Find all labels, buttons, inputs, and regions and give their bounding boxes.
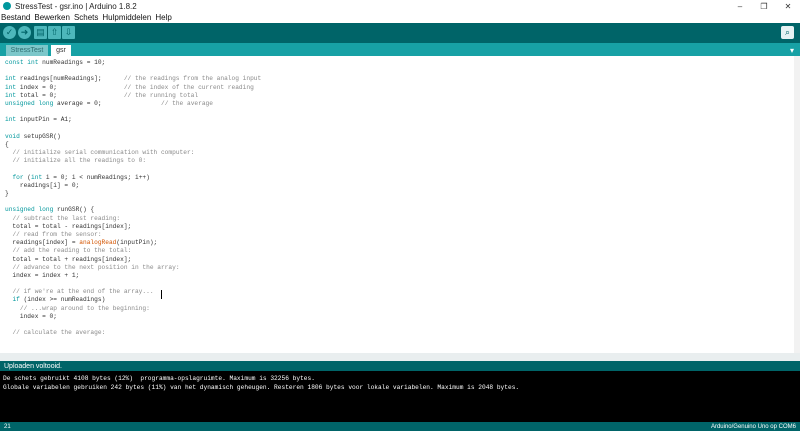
code-line[interactable]: index = index + 1; <box>5 272 794 280</box>
status-message: Uploaden voltooid. <box>0 361 800 371</box>
arduino-icon <box>3 2 11 10</box>
code-line[interactable] <box>5 280 794 288</box>
code-line[interactable]: // add the reading to the total: <box>5 247 794 255</box>
code-line[interactable] <box>5 321 794 329</box>
board-info: Arduino/Genuino Uno op COM6 <box>710 423 796 430</box>
verify-icon[interactable]: ✓ <box>3 26 16 39</box>
menu-bewerken[interactable]: Bewerken <box>33 13 73 22</box>
close-button[interactable]: ✕ <box>776 2 800 11</box>
code-line[interactable]: const int numReadings = 10; <box>5 59 794 67</box>
footer-bar: 21 Arduino/Genuino Uno op COM6 <box>0 422 800 431</box>
line-number: 21 <box>4 423 11 430</box>
code-line[interactable]: // initialize all the readings to 0: <box>5 157 794 165</box>
output-console: De schets gebruikt 4108 bytes (12%) prog… <box>0 371 800 422</box>
menu-help[interactable]: Help <box>154 13 174 22</box>
code-line[interactable]: int index = 0; // the index of the curre… <box>5 84 794 92</box>
code-line[interactable] <box>5 125 794 133</box>
code-line[interactable]: // ...wrap around to the beginning: <box>5 305 794 313</box>
code-line[interactable]: // calculate the average: <box>5 329 794 337</box>
code-line[interactable] <box>5 165 794 173</box>
upload-icon[interactable]: ➜ <box>18 26 31 39</box>
console-line: Globale variabelen gebruiken 242 bytes (… <box>3 383 520 391</box>
code-line[interactable]: readings[i] = 0; <box>5 182 794 190</box>
code-line[interactable]: // initialize serial communication with … <box>5 149 794 157</box>
menu-hulpmiddelen[interactable]: Hulpmiddelen <box>101 13 154 22</box>
maximize-button[interactable]: ❐ <box>752 2 776 11</box>
open-sketch-icon[interactable]: ⇧ <box>48 26 61 39</box>
code-editor[interactable]: const int numReadings = 10; int readings[… <box>0 56 794 353</box>
console-line: De schets gebruikt 4108 bytes (12%) prog… <box>3 375 315 382</box>
tab-stresstest[interactable]: StressTest <box>6 45 48 56</box>
code-line[interactable]: if (index >= numReadings) <box>5 296 794 304</box>
code-line[interactable]: // advance to the next position in the a… <box>5 264 794 272</box>
code-line[interactable] <box>5 108 794 116</box>
code-line[interactable]: // if we're at the end of the array... <box>5 288 794 296</box>
editor-scrollbar[interactable] <box>794 56 800 353</box>
menu-schets[interactable]: Schets <box>73 13 101 22</box>
code-line[interactable]: // read from the sensor: <box>5 231 794 239</box>
menu-bar: Bestand Bewerken Schets Hulpmiddelen Hel… <box>0 12 800 23</box>
code-line[interactable]: total = total + readings[index]; <box>5 256 794 264</box>
code-line[interactable]: index = 0; <box>5 313 794 321</box>
title-bar: StressTest - gsr.ino | Arduino 1.8.2 – ❐… <box>0 0 800 12</box>
window-title: StressTest - gsr.ino | Arduino 1.8.2 <box>15 1 137 11</box>
code-line[interactable]: total = total - readings[index]; <box>5 223 794 231</box>
code-line[interactable]: readings[index] = analogRead(inputPin); <box>5 239 794 247</box>
code-line[interactable]: void setupGSR() <box>5 133 794 141</box>
code-line[interactable]: // subtract the last reading: <box>5 215 794 223</box>
text-cursor <box>161 290 162 299</box>
serial-monitor-icon[interactable]: ⌕ <box>781 26 794 39</box>
code-line[interactable]: int total = 0; // the running total <box>5 92 794 100</box>
tab-menu-icon[interactable]: ▾ <box>790 46 794 55</box>
tab-bar: StressTest gsr ▾ <box>0 43 800 56</box>
code-line[interactable]: } <box>5 190 794 198</box>
code-line[interactable]: int readings[numReadings]; // the readin… <box>5 75 794 83</box>
code-line[interactable]: for (int i = 0; i < numReadings; i++) <box>5 174 794 182</box>
code-line[interactable] <box>5 198 794 206</box>
new-sketch-icon[interactable]: ▤ <box>34 26 47 39</box>
code-line[interactable]: int inputPin = A1; <box>5 116 794 124</box>
code-line[interactable]: unsigned long average = 0; // the averag… <box>5 100 794 108</box>
code-line[interactable] <box>5 67 794 75</box>
toolbar: ✓ ➜ ▤ ⇧ ⇩ ⌕ <box>0 23 800 43</box>
minimize-button[interactable]: – <box>728 2 752 11</box>
pane-divider[interactable] <box>0 353 800 361</box>
code-line[interactable]: { <box>5 141 794 149</box>
tab-gsr[interactable]: gsr <box>51 45 71 56</box>
save-sketch-icon[interactable]: ⇩ <box>62 26 75 39</box>
menu-bestand[interactable]: Bestand <box>0 13 33 22</box>
code-text[interactable]: const int numReadings = 10; int readings[… <box>0 56 794 337</box>
code-line[interactable]: unsigned long runGSR() { <box>5 206 794 214</box>
